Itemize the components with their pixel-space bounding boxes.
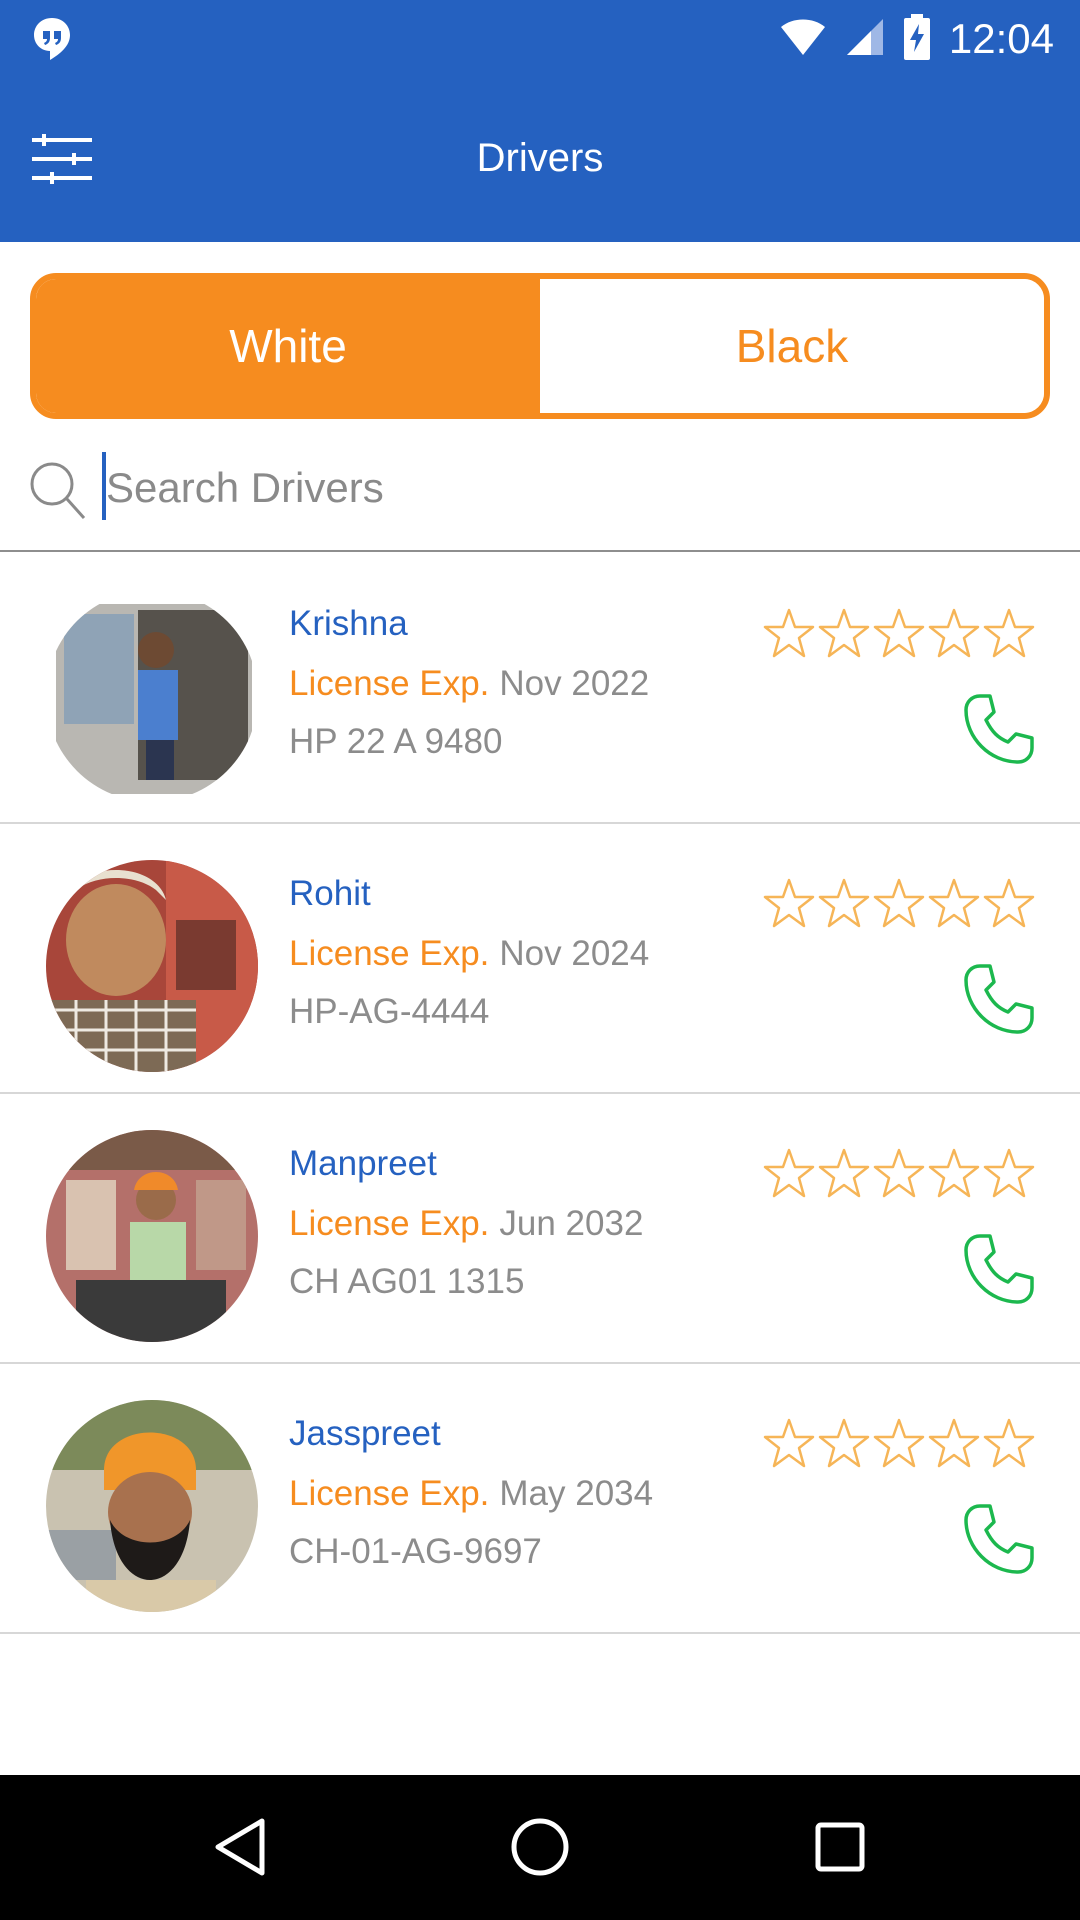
wifi-icon [779, 17, 827, 62]
vehicle-plate: HP-AG-4444 [289, 992, 490, 1031]
star-icon[interactable] [983, 1418, 1035, 1473]
avatar [46, 1400, 258, 1612]
star-icon[interactable] [818, 1148, 870, 1203]
star-icon[interactable] [873, 1148, 925, 1203]
vehicle-plate: HP 22 A 9480 [289, 722, 503, 761]
call-icon[interactable] [962, 962, 1036, 1041]
toggle-white[interactable]: White [36, 279, 540, 413]
battery-charging-icon [903, 13, 931, 65]
call-icon[interactable] [962, 1502, 1036, 1581]
toggle-black[interactable]: Black [540, 279, 1044, 413]
avatar [46, 590, 258, 802]
driver-name: Jasspreet [289, 1414, 441, 1453]
star-icon[interactable] [928, 1148, 980, 1203]
recents-icon[interactable] [810, 1815, 870, 1884]
license-date: Nov 2024 [499, 934, 650, 973]
star-icon[interactable] [763, 1148, 815, 1203]
license-expiry: License Exp. May 2034 [289, 1474, 653, 1514]
call-icon[interactable] [962, 692, 1036, 771]
license-date: Jun 2032 [499, 1204, 644, 1243]
search-icon [28, 460, 88, 527]
call-icon[interactable] [962, 1232, 1036, 1311]
home-icon[interactable] [508, 1815, 572, 1884]
hangouts-icon [32, 16, 72, 67]
star-icon[interactable] [818, 878, 870, 933]
driver-row[interactable]: Krishna License Exp. Nov 2022 HP 22 A 948… [0, 554, 1080, 824]
avatar [46, 1130, 258, 1342]
rating-stars[interactable] [763, 878, 1035, 933]
driver-name: Manpreet [289, 1144, 437, 1183]
rating-stars[interactable] [763, 1418, 1035, 1473]
driver-row[interactable]: Jasspreet License Exp. May 2034 CH-01-AG-… [0, 1364, 1080, 1634]
vehicle-plate: CH AG01 1315 [289, 1262, 525, 1301]
clock: 12:04 [948, 15, 1054, 62]
app-bar: Drivers [0, 78, 1080, 242]
driver-row[interactable]: Manpreet License Exp. Jun 2032 CH AG01 13… [0, 1094, 1080, 1364]
star-icon[interactable] [873, 878, 925, 933]
license-expiry: License Exp. Jun 2032 [289, 1204, 643, 1244]
license-date: May 2034 [499, 1474, 654, 1513]
status-bar: 12:04 [0, 0, 1080, 78]
license-label: License Exp. [289, 1474, 490, 1513]
rating-stars[interactable] [763, 1148, 1035, 1203]
star-icon[interactable] [983, 1148, 1035, 1203]
license-label: License Exp. [289, 934, 490, 973]
driver-name: Rohit [289, 874, 371, 913]
star-icon[interactable] [763, 878, 815, 933]
search-bar [0, 440, 1080, 552]
license-date: Nov 2022 [499, 664, 650, 703]
star-icon[interactable] [928, 878, 980, 933]
rating-stars[interactable] [763, 608, 1035, 663]
signal-icon [845, 17, 885, 62]
license-expiry: License Exp. Nov 2022 [289, 664, 649, 704]
navigation-bar [0, 1775, 1080, 1920]
star-icon[interactable] [928, 608, 980, 663]
vehicle-plate: CH-01-AG-9697 [289, 1532, 542, 1571]
star-icon[interactable] [873, 1418, 925, 1473]
star-icon[interactable] [763, 608, 815, 663]
star-icon[interactable] [818, 1418, 870, 1473]
star-icon[interactable] [818, 608, 870, 663]
star-icon[interactable] [928, 1418, 980, 1473]
color-toggle: White Black [30, 273, 1050, 419]
license-label: License Exp. [289, 664, 490, 703]
license-label: License Exp. [289, 1204, 490, 1243]
license-expiry: License Exp. Nov 2024 [289, 934, 649, 974]
driver-name: Krishna [289, 604, 408, 643]
driver-row[interactable]: Rohit License Exp. Nov 2024 HP-AG-4444 [0, 824, 1080, 1094]
page-title: Drivers [476, 136, 604, 180]
search-input[interactable] [104, 452, 1008, 524]
star-icon[interactable] [873, 608, 925, 663]
star-icon[interactable] [763, 1418, 815, 1473]
driver-list: Krishna License Exp. Nov 2022 HP 22 A 948… [0, 554, 1080, 1634]
star-icon[interactable] [983, 608, 1035, 663]
star-icon[interactable] [983, 878, 1035, 933]
avatar [46, 860, 258, 1072]
back-icon[interactable] [210, 1815, 270, 1884]
